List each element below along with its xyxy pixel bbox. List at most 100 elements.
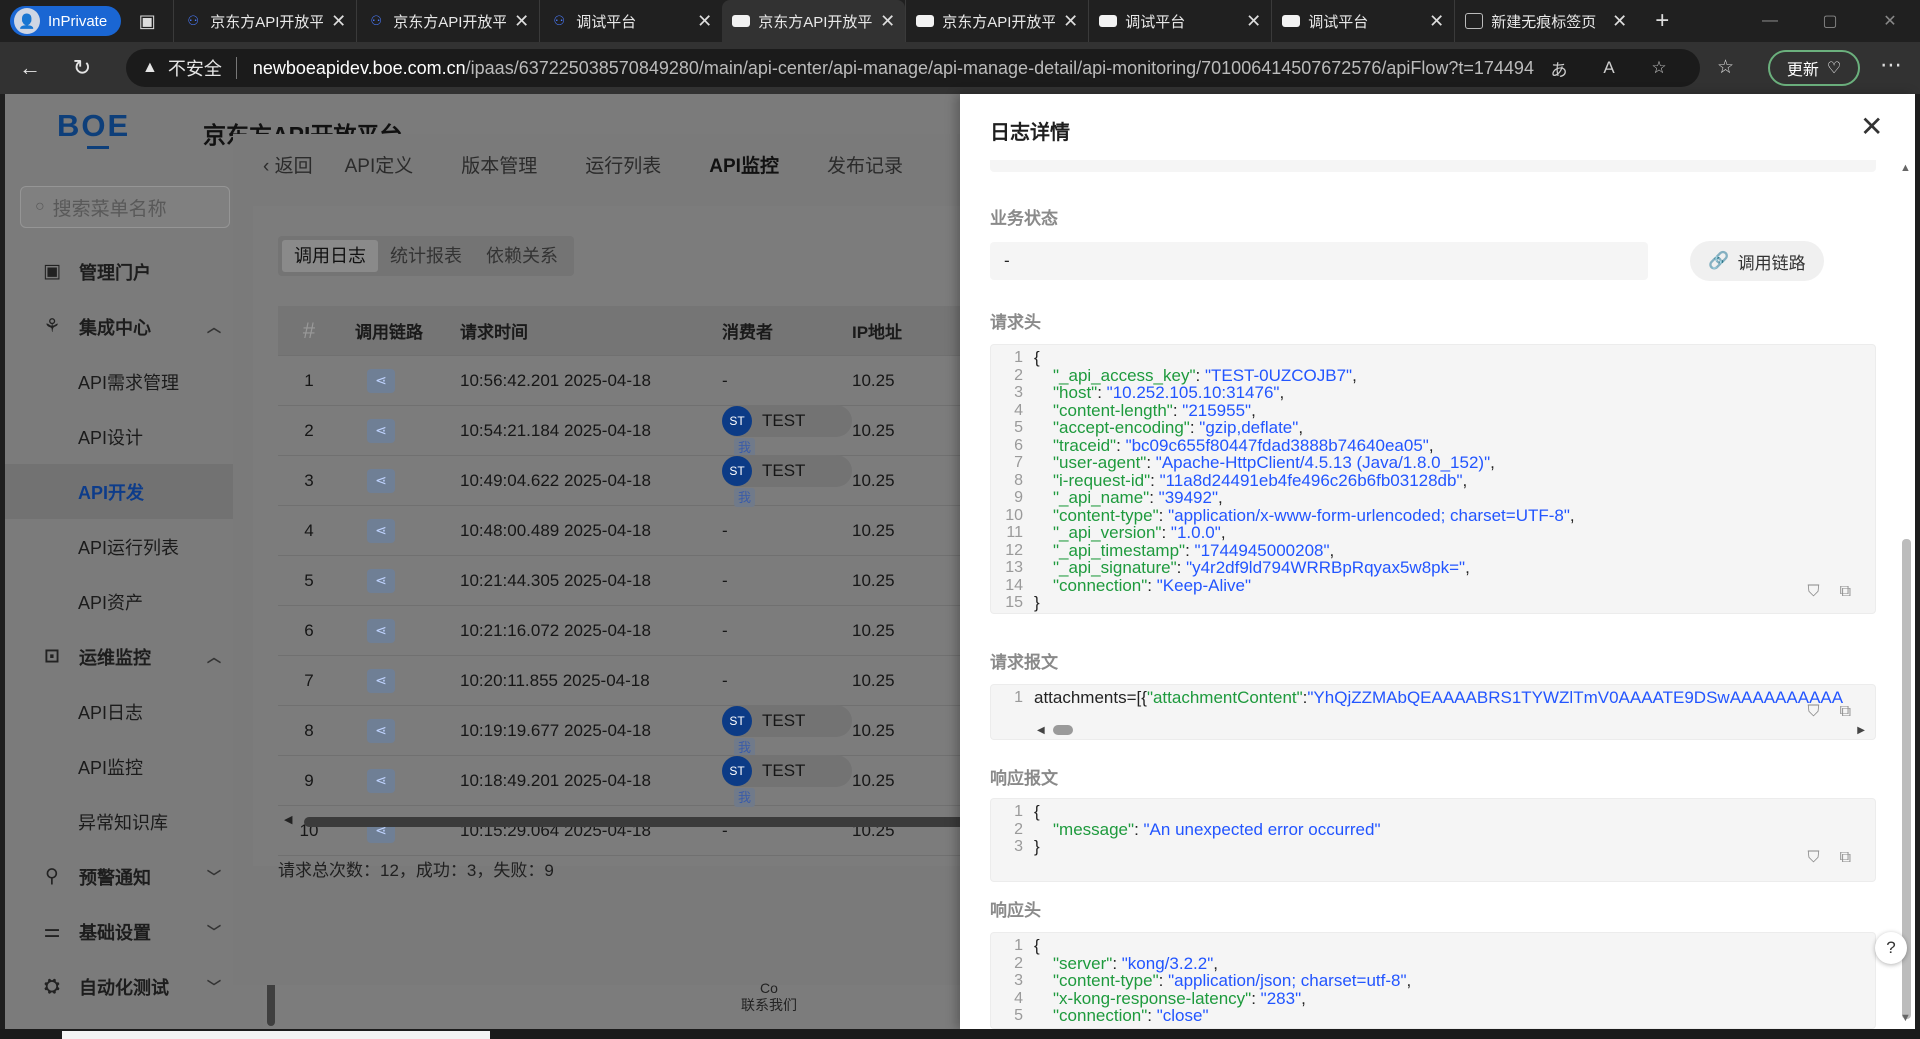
taskbar-window[interactable]: [62, 1031, 490, 1039]
consumer-name: -: [722, 620, 728, 640]
log-tab[interactable]: 统计报表: [378, 240, 474, 272]
trace-link-icon[interactable]: ⋖: [367, 368, 395, 393]
copy-icon[interactable]: ⧉: [1840, 703, 1851, 721]
trace-link-icon[interactable]: ⋖: [367, 768, 395, 793]
footer-contact-link[interactable]: 联系我们: [741, 997, 797, 1014]
browser-tab[interactable]: ⚇ 京东方API开放平台 ✕: [356, 0, 539, 42]
consumer-cell: ST TEST 我: [702, 704, 852, 757]
chevron-down-icon: ﹀: [207, 923, 221, 940]
copy-icon[interactable]: ⧉: [1840, 849, 1851, 867]
help-icon[interactable]: ?: [1875, 932, 1907, 964]
tab-close-icon[interactable]: ✕: [1612, 11, 1627, 32]
trace-link-icon[interactable]: ⋖: [367, 518, 395, 543]
browser-tab[interactable]: ⚇ 调试平台 ✕: [539, 0, 722, 42]
more-menu-icon[interactable]: ⋯: [1880, 52, 1902, 78]
format-icon[interactable]: ⛉: [1808, 849, 1820, 867]
minimize-icon[interactable]: —: [1740, 0, 1800, 42]
sidebar-item[interactable]: ⚘ 集成中心 ︿: [5, 299, 263, 354]
sidebar-item[interactable]: API监控: [5, 739, 263, 794]
menu-search-input[interactable]: ○ 搜索菜单名称: [20, 186, 230, 228]
trace-link-icon[interactable]: ⋖: [367, 718, 395, 743]
star-icon[interactable]: ☆: [1634, 58, 1684, 78]
trace-link-icon[interactable]: ⋖: [367, 668, 395, 693]
trace-link-icon[interactable]: ⋖: [367, 418, 395, 443]
browser-tab[interactable]: ⚇ 京东方API开放平台 ✕: [173, 0, 356, 42]
read-aloud-icon[interactable]: A: [1584, 58, 1634, 78]
log-tab[interactable]: 调用日志: [282, 240, 378, 272]
sidebar-item[interactable]: ▣ 管理门户: [5, 244, 263, 299]
consumer-name: TEST: [762, 410, 806, 430]
call-chain-button[interactable]: 🔗 调用链路: [1690, 241, 1824, 281]
update-button[interactable]: 更新 ♡: [1768, 50, 1860, 86]
tab-actions-icon[interactable]: ▣: [121, 0, 173, 42]
drawer-scroll-up-icon[interactable]: ▲: [1900, 162, 1911, 174]
profile-avatar-icon: 👤: [14, 8, 40, 34]
maximize-icon[interactable]: ▢: [1800, 0, 1860, 42]
tab-close-icon[interactable]: ✕: [514, 11, 529, 32]
window-close-icon[interactable]: ✕: [1860, 0, 1920, 42]
scroll-left-icon[interactable]: ◀: [1037, 725, 1045, 736]
line-number: 8: [1014, 471, 1023, 489]
browser-tab[interactable]: 新建无痕标签页 ✕: [1454, 0, 1637, 42]
browser-tab-title: 京东方API开放平台: [210, 13, 324, 31]
inprivate-badge[interactable]: 👤 InPrivate: [10, 6, 122, 36]
copy-icon[interactable]: ⧉: [1840, 583, 1851, 601]
column-header: #: [302, 317, 316, 343]
drawer-close-icon[interactable]: ✕: [1860, 110, 1883, 143]
scroll-right-icon[interactable]: ▶: [1857, 725, 1865, 736]
browser-tab[interactable]: 京东方API开放平台 ✕: [905, 0, 1088, 42]
tab-close-icon[interactable]: ✕: [1429, 11, 1444, 32]
trace-link-icon[interactable]: ⋖: [367, 568, 395, 593]
back-link[interactable]: ‹ 返回: [263, 151, 313, 178]
new-tab-button[interactable]: +: [1637, 7, 1687, 35]
drawer-scroll-down-icon[interactable]: ▼: [1900, 1012, 1911, 1024]
response-header-code[interactable]: 12345 {"server": "kong/3.2.2", "content-t…: [990, 932, 1876, 1029]
sidebar-item[interactable]: API资产: [5, 574, 263, 629]
sidebar-item[interactable]: ⚲ 预警通知 ﹀: [5, 849, 263, 904]
tab-close-icon[interactable]: ✕: [1246, 11, 1261, 32]
translate-icon[interactable]: あ: [1534, 56, 1584, 81]
browser-tab[interactable]: 调试平台 ✕: [1271, 0, 1454, 42]
response-body-line: {: [1034, 802, 1040, 821]
request-header-line: "_api_timestamp": "1744945000208",: [1053, 540, 1335, 560]
sidebar-item[interactable]: ⛭ 自动化测试 ﹀: [5, 959, 263, 1014]
sidebar-item[interactable]: 异常知识库: [5, 794, 263, 849]
sidebar-item[interactable]: ⚌ 基础设置 ﹀: [5, 904, 263, 959]
request-body-code[interactable]: 1 attachments=[{"attachmentContent":"YhQ…: [990, 684, 1876, 740]
subnav-tab[interactable]: 运行列表: [585, 151, 661, 178]
sidebar-item[interactable]: API开发: [5, 464, 263, 519]
scroll-left-icon[interactable]: ◀: [284, 813, 292, 826]
sidebar-item[interactable]: API日志: [5, 684, 263, 739]
me-badge: 我: [734, 487, 756, 507]
tab-close-icon[interactable]: ✕: [880, 11, 895, 32]
biz-status-field: -: [990, 242, 1648, 280]
code-hscroll-thumb[interactable]: [1053, 725, 1073, 735]
format-icon[interactable]: ⛉: [1808, 703, 1820, 721]
url-field[interactable]: ▲ 不安全 newboeapidev.boe.com.cn/ipaas/6372…: [126, 49, 1700, 87]
favorites-icon[interactable]: ☆: [1717, 56, 1734, 79]
sidebar-item[interactable]: API需求管理: [5, 354, 263, 409]
trace-link-icon[interactable]: ⋖: [367, 618, 395, 643]
subnav-tab[interactable]: 版本管理: [461, 151, 537, 178]
request-header-line: "_api_signature": "y4r2df9ld794WRRBpRqya…: [1053, 558, 1470, 577]
log-tab[interactable]: 依赖关系: [474, 240, 570, 272]
tab-close-icon[interactable]: ✕: [331, 11, 346, 32]
request-header-code[interactable]: 1 2 3 4 5 6 7 8 9 10 11 12 13 14 15 {"_api_access_key"…: [990, 344, 1876, 614]
subnav-tab[interactable]: API监控: [709, 151, 779, 178]
back-nav-icon[interactable]: ←: [4, 55, 56, 81]
browser-tab[interactable]: 京东方API开放平台 ✕: [722, 0, 906, 42]
browser-tab[interactable]: 调试平台 ✕: [1088, 0, 1271, 42]
boe-favicon-icon: ⚇: [187, 13, 200, 28]
response-body-code[interactable]: 123 {"message": "An unexpected error occ…: [990, 798, 1876, 882]
sidebar-item[interactable]: ⊡ 运维监控 ︿: [5, 629, 263, 684]
subnav-tab[interactable]: API定义: [345, 151, 414, 178]
sidebar-item[interactable]: API运行列表: [5, 519, 263, 574]
sidebar-item[interactable]: API设计: [5, 409, 263, 464]
tab-close-icon[interactable]: ✕: [1063, 11, 1078, 32]
trace-link-icon[interactable]: ⋖: [367, 468, 395, 493]
tab-close-icon[interactable]: ✕: [697, 11, 712, 32]
code-lines: {"server": "kong/3.2.2", "content-type": …: [1034, 937, 1875, 1025]
subnav-tab[interactable]: 发布记录: [827, 151, 903, 178]
refresh-icon[interactable]: ↻: [56, 55, 108, 81]
format-icon[interactable]: ⛉: [1808, 583, 1820, 601]
